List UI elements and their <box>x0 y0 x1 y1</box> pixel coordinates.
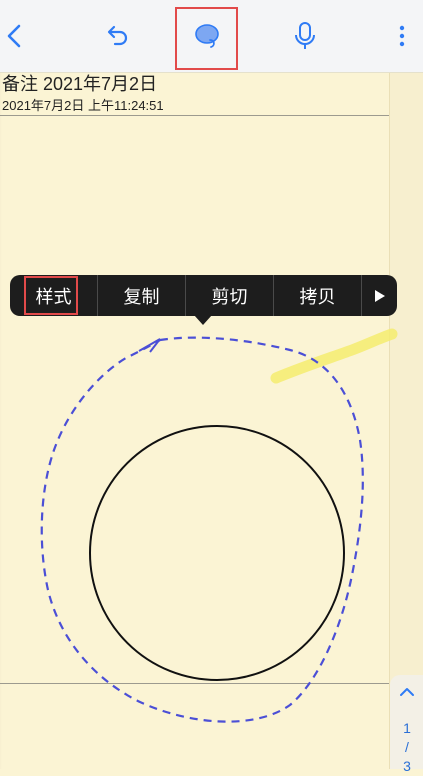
style-highlight-box <box>24 276 78 315</box>
page-up-button[interactable] <box>390 681 423 703</box>
current-page: 1 <box>403 720 411 736</box>
total-pages: 3 <box>403 758 411 774</box>
menu-item-cut[interactable]: 剪切 <box>186 275 274 316</box>
lasso-start-arrow <box>138 338 161 353</box>
menu-item-copy-alt[interactable]: 拷贝 <box>274 275 362 316</box>
page-number: 1 / 3 <box>394 719 420 776</box>
triangle-right-icon <box>374 289 385 302</box>
page-separator: / <box>405 739 409 755</box>
menu-more-button[interactable] <box>362 275 397 316</box>
context-menu-pointer <box>194 315 212 325</box>
drawing-layer <box>40 328 398 723</box>
menu-item-copy[interactable]: 复制 <box>98 275 186 316</box>
highlighter-stroke[interactable] <box>270 328 398 384</box>
lasso-selection-outline <box>40 336 364 723</box>
page-indicator: 1 / 3 <box>390 675 423 774</box>
drawn-circle[interactable] <box>89 425 345 681</box>
chevron-up-icon <box>399 688 414 696</box>
